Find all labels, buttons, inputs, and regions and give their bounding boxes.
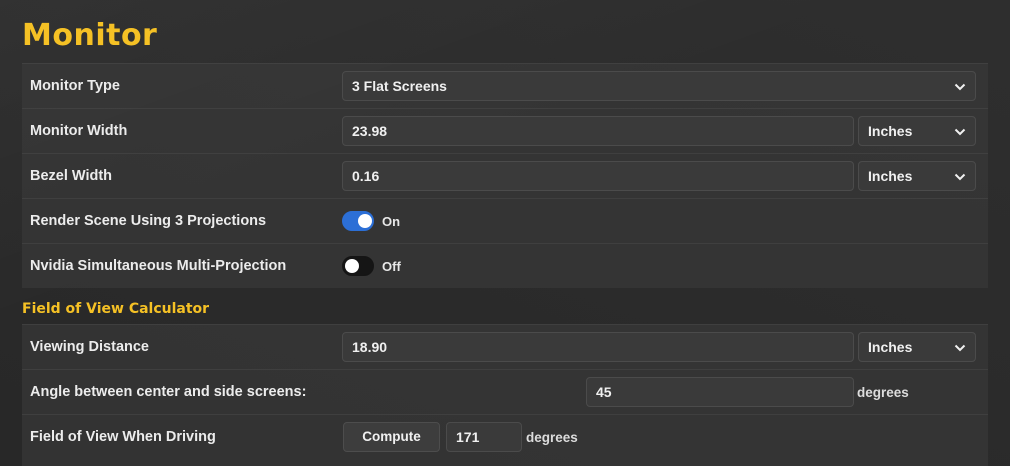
fov-driving-value[interactable]: 171	[446, 422, 522, 452]
monitor-type-label: Monitor Type	[30, 78, 120, 94]
chevron-down-icon	[954, 344, 966, 352]
render-projections-row: Render Scene Using 3 Projections On	[22, 198, 988, 243]
bezel-width-label: Bezel Width	[30, 168, 113, 184]
angle-label: Angle between center and side screens:	[30, 384, 307, 400]
bezel-width-row: Bezel Width 0.16 Inches	[22, 153, 988, 198]
bezel-width-unit-select[interactable]: Inches	[858, 161, 976, 191]
chevron-down-icon	[954, 173, 966, 181]
render-projections-state: On	[382, 214, 401, 229]
render-projections-label: Render Scene Using 3 Projections	[30, 213, 267, 229]
nvidia-smp-label: Nvidia Simultaneous Multi-Projection	[30, 258, 287, 274]
viewing-distance-row: Viewing Distance 18.90 Inches	[22, 324, 988, 369]
viewing-distance-label: Viewing Distance	[30, 339, 149, 355]
fov-driving-unit: degrees	[526, 430, 578, 445]
fov-driving-label: Field of View When Driving	[30, 429, 216, 445]
monitor-width-label: Monitor Width	[30, 123, 128, 139]
toggle-knob	[358, 214, 372, 228]
compute-button[interactable]: Compute	[343, 422, 440, 452]
fov-section-heading: Field of View Calculator	[22, 301, 210, 317]
nvidia-smp-toggle[interactable]	[342, 256, 374, 276]
nvidia-smp-state: Off	[382, 259, 401, 274]
monitor-type-row: Monitor Type 3 Flat Screens	[22, 63, 988, 108]
toggle-knob	[345, 259, 359, 273]
page-title: Monitor	[22, 18, 158, 53]
bezel-width-input[interactable]: 0.16	[342, 161, 854, 191]
monitor-width-row: Monitor Width 23.98 Inches	[22, 108, 988, 153]
monitor-width-input[interactable]: 23.98	[342, 116, 854, 146]
bezel-width-unit-value: Inches	[868, 168, 913, 184]
viewing-distance-unit-select[interactable]: Inches	[858, 332, 976, 362]
nvidia-smp-row: Nvidia Simultaneous Multi-Projection Off	[22, 243, 988, 288]
viewing-distance-input[interactable]: 18.90	[342, 332, 854, 362]
monitor-width-unit-select[interactable]: Inches	[858, 116, 976, 146]
chevron-down-icon	[954, 83, 966, 91]
angle-input[interactable]: 45	[586, 377, 854, 407]
angle-unit: degrees	[857, 385, 909, 400]
monitor-type-value: 3 Flat Screens	[352, 78, 447, 94]
viewing-distance-unit-value: Inches	[868, 339, 913, 355]
fov-driving-row: Field of View When Driving Compute 171 d…	[22, 414, 988, 466]
angle-row: Angle between center and side screens: 4…	[22, 369, 988, 414]
monitor-type-select[interactable]: 3 Flat Screens	[342, 71, 976, 101]
render-projections-toggle[interactable]	[342, 211, 374, 231]
monitor-width-unit-value: Inches	[868, 123, 913, 139]
chevron-down-icon	[954, 128, 966, 136]
